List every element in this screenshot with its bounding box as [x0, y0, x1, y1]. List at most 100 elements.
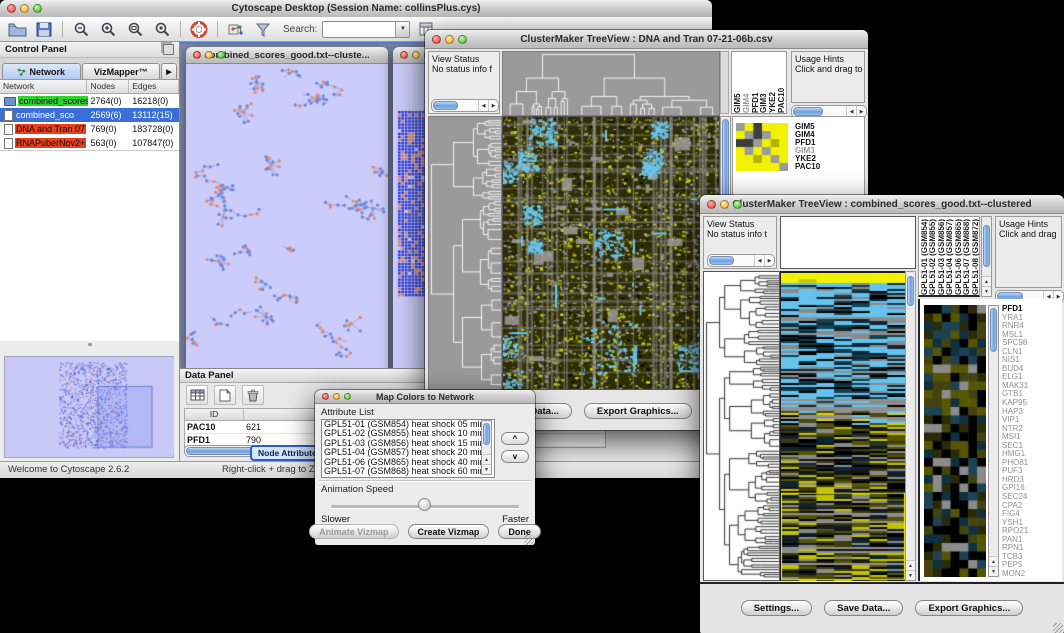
gene-label[interactable]: MON2 [1002, 570, 1062, 579]
column-label[interactable]: GPL51-08 (GSM872) [972, 217, 979, 295]
zoom-fit-icon[interactable] [124, 20, 146, 38]
gene-list-vscrollbar[interactable]: ▲▼ [988, 305, 999, 577]
heatmap-canvas[interactable] [502, 116, 720, 390]
network-view-titlebar[interactable]: combined_scores_good.txt--cluste... [186, 47, 388, 64]
minimize-button[interactable] [720, 200, 729, 209]
column-dendrogram-canvas[interactable] [502, 51, 720, 116]
minimize-button[interactable] [445, 35, 454, 44]
row-dendrogram-canvas[interactable] [428, 116, 502, 390]
help-lifering-icon[interactable] [188, 20, 210, 38]
scroll-down-icon[interactable]: ▼ [989, 566, 998, 576]
scroll-down-icon[interactable]: ▼ [982, 286, 991, 296]
global-dendrogram-pane[interactable] [780, 216, 916, 269]
slider-thumb[interactable] [418, 498, 431, 511]
zoom-button[interactable] [217, 51, 225, 59]
attribute-table-icon[interactable] [186, 385, 208, 405]
correlation-matrix-canvas[interactable] [736, 123, 788, 171]
scroll-up-icon[interactable]: ▲ [482, 454, 491, 464]
scrollbar-thumb[interactable] [709, 256, 734, 265]
heatmap-strip-canvas[interactable] [780, 271, 905, 581]
chevron-down-icon[interactable]: ▼ [395, 22, 409, 37]
close-button[interactable] [400, 51, 408, 59]
scroll-right-icon[interactable]: ▶ [488, 100, 498, 111]
panel-splitter[interactable] [0, 341, 179, 348]
open-folder-icon[interactable] [6, 20, 28, 38]
treeview2-button[interactable]: Save Data... [824, 600, 903, 616]
treeview2-button[interactable]: Settings... [741, 600, 812, 616]
treeview2-titlebar[interactable]: ClusterMaker TreeView : combined_scores_… [700, 195, 1064, 214]
zoom-button[interactable] [458, 35, 467, 44]
scroll-left-icon[interactable]: ◀ [478, 100, 488, 111]
close-button[interactable] [193, 51, 201, 59]
column-label[interactable]: GIM4 [743, 52, 751, 113]
scroll-up-icon[interactable]: ▲ [982, 276, 991, 286]
column-label[interactable]: GPL51-06 (GSM865) [955, 217, 962, 295]
network-overview-canvas[interactable] [5, 357, 174, 455]
column-label[interactable]: GPL51-04 (GSM857) [946, 217, 953, 295]
column-label[interactable]: GPL51-07 (GSM868) [963, 217, 970, 295]
new-attribute-icon[interactable] [214, 385, 236, 405]
column-label[interactable]: PFD1 [752, 52, 760, 113]
treeview1-titlebar[interactable]: ClusterMaker TreeView : DNA and Tran 07-… [425, 30, 868, 49]
minimize-button[interactable] [412, 51, 420, 59]
move-up-button[interactable]: ^ [501, 432, 529, 445]
view-status-hscrollbar[interactable]: ◀▶ [431, 99, 499, 112]
dendrogram-scroll-strip[interactable] [720, 51, 729, 114]
scrollbar-thumb[interactable] [793, 107, 823, 116]
treeview2-button[interactable]: Export Graphics... [915, 600, 1023, 616]
filter-funnel-icon[interactable] [252, 20, 274, 38]
attribute-list-item[interactable]: GPL51-07 (GSM868) heat shock 60 min [322, 467, 494, 476]
network-table-row[interactable]: combined_scores 2764(0) 16218(0) [0, 94, 179, 108]
tab-overflow-arrow-icon[interactable]: ▶ [161, 63, 177, 79]
zoom-heatmap-canvas[interactable] [924, 305, 986, 577]
network-table-row[interactable]: DNA and Tran 07 769(0) 183728(0) [0, 122, 179, 136]
treeview1-button[interactable]: Export Graphics... [584, 403, 692, 419]
close-button[interactable] [707, 200, 716, 209]
network-overview-panel[interactable] [4, 356, 174, 458]
column-label[interactable]: GIM3 [760, 52, 768, 113]
tab-network[interactable]: Network [2, 63, 81, 79]
minimize-button[interactable] [20, 4, 29, 13]
scrollbar-thumb[interactable] [983, 225, 990, 267]
zoom-selected-icon[interactable] [151, 20, 173, 38]
scroll-right-icon[interactable]: ▶ [764, 255, 774, 266]
scroll-up-icon[interactable]: ▲ [906, 560, 915, 570]
resize-grip[interactable] [524, 535, 534, 545]
resize-grip[interactable] [1053, 623, 1063, 633]
zoom-button[interactable] [33, 4, 42, 13]
create-vizmap-button[interactable]: Create Vizmap [408, 524, 490, 539]
close-button[interactable] [432, 35, 441, 44]
move-down-button[interactable]: v [501, 450, 529, 463]
network-table-row[interactable]: combined_sco 2569(6) 13112(15) [0, 108, 179, 122]
scrollbar-thumb[interactable] [433, 101, 458, 110]
scrollbar-thumb[interactable] [907, 276, 914, 306]
matrix-row-label[interactable]: PAC10 [795, 163, 820, 171]
save-icon[interactable] [33, 20, 55, 38]
column-label[interactable]: GPL51-03 (GSM856) [938, 217, 945, 295]
dialog-titlebar[interactable]: Map Colors to Network [315, 390, 535, 404]
scroll-up-icon[interactable]: ▲ [989, 556, 998, 566]
scroll-down-icon[interactable]: ▼ [906, 570, 915, 580]
network-view-canvas[interactable] [186, 64, 388, 368]
column-label[interactable]: PAC10 [778, 52, 786, 113]
column-label[interactable]: GPL51-01 (GSM854) [921, 217, 928, 295]
close-button[interactable] [7, 4, 16, 13]
zoom-button[interactable] [733, 200, 742, 209]
scrollbar-thumb[interactable] [990, 308, 997, 352]
scroll-down-icon[interactable]: ▼ [482, 464, 491, 474]
tab-vizmapper[interactable]: VizMapper™ [82, 63, 161, 79]
column-label[interactable]: YKE2 [769, 52, 777, 113]
zoom-out-icon[interactable] [70, 20, 92, 38]
scroll-left-icon[interactable]: ◀ [754, 255, 764, 266]
heatmap-vscrollbar[interactable]: ▲▼ [905, 271, 916, 581]
zoom-button[interactable] [344, 393, 351, 400]
scrollbar-thumb[interactable] [483, 423, 490, 445]
column-label-vscrollbar[interactable]: ▲▼ [981, 216, 992, 297]
row-dendrogram-canvas[interactable] [703, 271, 780, 581]
delete-trash-icon[interactable] [242, 385, 264, 405]
column-label[interactable]: GIM5 [734, 52, 742, 113]
float-panel-icon[interactable] [163, 44, 174, 55]
minimize-button[interactable] [333, 393, 340, 400]
zoom-in-icon[interactable] [97, 20, 119, 38]
minimize-button[interactable] [205, 51, 213, 59]
